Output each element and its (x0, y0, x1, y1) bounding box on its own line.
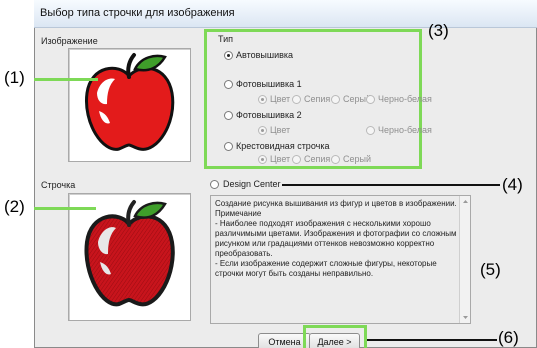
apple-image (84, 53, 175, 151)
callout-1-leader (34, 78, 98, 81)
scroll-arrows-icon (463, 200, 468, 319)
callout-2: (2) (4, 197, 25, 216)
radio-cross-color[interactable] (258, 155, 267, 164)
next-button[interactable]: Далее > (309, 333, 360, 348)
radio-photo1-gray[interactable] (331, 95, 340, 104)
radio-photo1-sepia-label: Сепия (304, 94, 331, 104)
stitch-panel-label: Строчка (41, 180, 76, 190)
description-line-3: - Наиболее подходят изображения с нескол… (215, 219, 457, 258)
radio-cross-color-label: Цвет (270, 154, 291, 164)
description-scrollbar[interactable] (459, 196, 470, 323)
callout-1: (1) (4, 68, 25, 87)
callout-4-leader (282, 184, 500, 186)
description-textarea[interactable]: Создание рисунка вышивания из фигур и цв… (210, 195, 471, 324)
window-title: Выбор типа строчки для изображения (40, 7, 235, 19)
image-panel-label: Изображение (41, 36, 98, 46)
callout-4: (4) (502, 175, 523, 194)
radio-photo-stitch-1-label: Фотовышивка 1 (236, 79, 302, 89)
callout-2-leader (34, 207, 96, 210)
radio-photo1-bw[interactable] (366, 95, 375, 104)
stitched-apple-image (84, 200, 175, 307)
radio-cross-gray-label: Серый (343, 154, 372, 164)
radio-photo2-color-label: Цвет (270, 125, 291, 135)
radio-photo-stitch-1[interactable] (224, 80, 233, 89)
radio-photo1-bw-label: Черно-белая (378, 94, 432, 104)
callout-5: (5) (480, 260, 501, 279)
radio-photo-stitch-2-label: Фотовышивка 2 (236, 110, 302, 120)
radio-photo2-color[interactable] (258, 126, 267, 135)
radio-cross-gray[interactable] (331, 155, 340, 164)
description-line-2: Примечание (215, 209, 262, 218)
original-image-preview (68, 48, 191, 162)
callout-6-leader (367, 339, 497, 341)
callout-6: (6) (498, 328, 519, 347)
radio-cross-stitch[interactable] (224, 142, 233, 151)
stitch-preview (68, 193, 191, 321)
radio-photo2-bw-label: Черно-белая (378, 125, 432, 135)
radio-photo-stitch-2[interactable] (224, 111, 233, 120)
radio-photo1-color-label: Цвет (270, 94, 291, 104)
radio-cross-sepia-label: Сепия (304, 154, 331, 164)
radio-photo1-sepia[interactable] (292, 95, 301, 104)
description-line-1: Создание рисунка вышивания из фигур и цв… (215, 199, 457, 208)
radio-auto-stitch-label: Автовышивка (236, 50, 294, 60)
radio-design-center[interactable] (210, 180, 219, 189)
description-line-4: - Если изображение содержит сложные фигу… (215, 259, 437, 278)
radio-auto-stitch[interactable] (224, 51, 233, 60)
callout-3: (3) (428, 21, 449, 40)
type-group-label: Тип (218, 34, 234, 44)
radio-photo1-color[interactable] (258, 95, 267, 104)
radio-cross-stitch-label: Крестовидная строчка (236, 141, 330, 151)
radio-cross-sepia[interactable] (292, 155, 301, 164)
description-text: Создание рисунка вышивания из фигур и цв… (215, 199, 459, 279)
radio-design-center-label: Design Center (223, 179, 281, 189)
radio-photo2-bw[interactable] (366, 126, 375, 135)
